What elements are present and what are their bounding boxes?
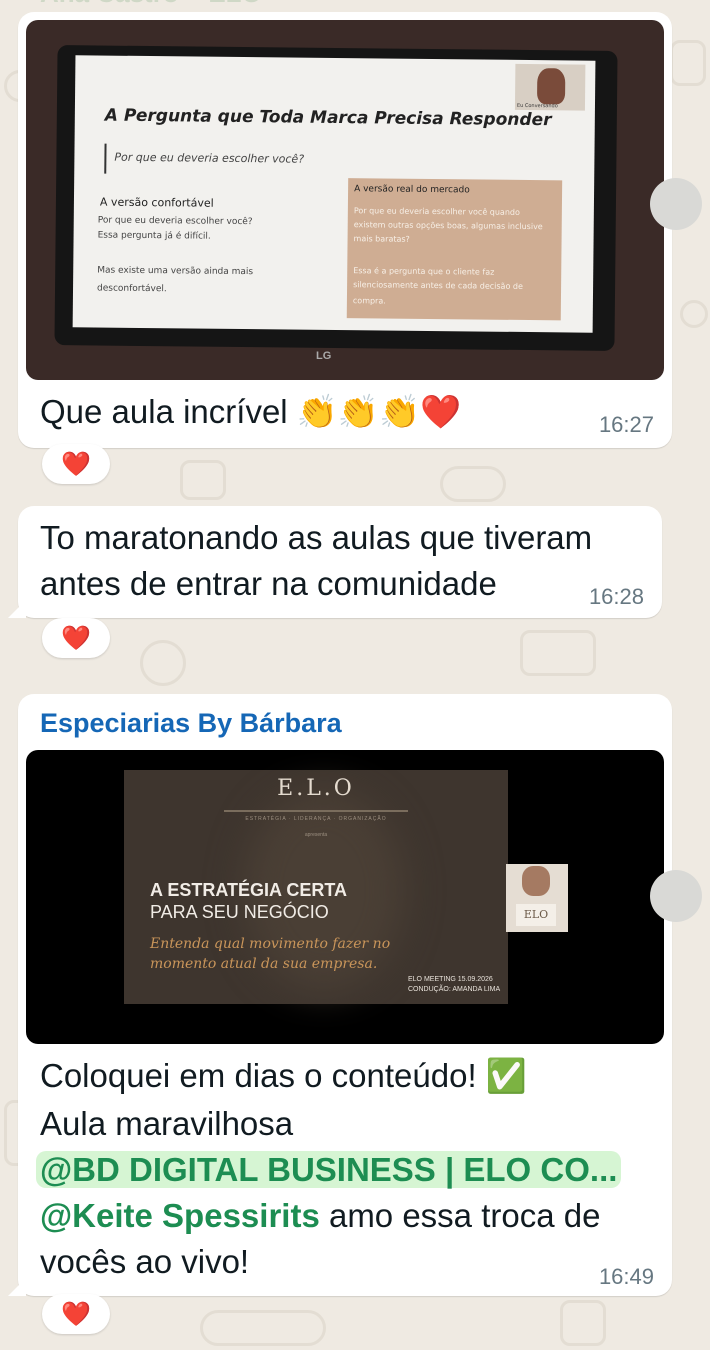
bubble-tail — [8, 1278, 26, 1296]
message-text-line: antes de entrar na comunidade — [40, 565, 497, 602]
message-text-line: @Keite Spessirits amo essa troca de — [40, 1194, 600, 1238]
market-text: mais baratas? — [353, 234, 410, 244]
forward-button[interactable] — [650, 178, 702, 230]
message-time: 16:28 — [588, 584, 644, 609]
bubble-tail — [8, 600, 26, 618]
webcam-label: Eu Conversando — [516, 102, 558, 110]
quote-line — [104, 143, 107, 174]
message-text-line: vocês ao vivo! — [40, 1243, 250, 1280]
wallpaper-doodle — [560, 1300, 606, 1346]
message-bubble[interactable]: Especiarias By Bárbara E.L.O ESTRATÉGIA … — [8, 694, 702, 1296]
presenter-face — [522, 866, 550, 896]
slide-subtitle: Por que eu deveria escolher você? — [114, 150, 305, 166]
elo-logo: E.L.O — [277, 776, 355, 801]
uncomfortable-text: desconfortável. — [96, 283, 167, 295]
partial-sender-name: Ana Castro ~ ELO — [40, 0, 262, 9]
presenter-face — [536, 68, 566, 105]
webcam-thumbnail: Eu Conversando — [514, 63, 586, 111]
slide-title: A Pergunta que Toda Marca Precisa Respon… — [104, 105, 552, 131]
message-text-line: Aula maravilhosa — [40, 1105, 294, 1142]
mention-link[interactable]: @Keite Spessirits — [40, 1197, 320, 1234]
slide-subtitle-line: Entenda qual movimento fazer no — [150, 936, 391, 952]
host-name: CONDUÇÃO: AMANDA LIMA — [408, 986, 501, 993]
wallpaper-doodle — [520, 630, 596, 676]
slide-title: A ESTRATÉGIA CERTA — [150, 880, 347, 900]
mention-link[interactable]: @BD DIGITAL BUSINESS | ELO CO... — [36, 1151, 622, 1188]
image-attachment[interactable]: E.L.O ESTRATÉGIA · LIDERANÇA · ORGANIZAÇ… — [26, 750, 664, 1044]
comfortable-text: Por que eu deveria escolher você? — [97, 215, 253, 228]
message-text: amo essa troca de — [319, 1197, 601, 1234]
presentation-slide: Eu Conversando A Pergunta que Toda Marca… — [72, 55, 596, 333]
slide-kicker: apresenta — [304, 832, 328, 838]
slide-subtitle: Entenda qual movimento fazer no momento … — [150, 934, 450, 974]
comfortable-heading: A versão confortável — [99, 195, 214, 210]
webcam-thumbnail: ELO — [506, 864, 568, 932]
message-bubble[interactable]: Eu Conversando A Pergunta que Toda Marca… — [18, 12, 702, 448]
image-attachment[interactable]: Eu Conversando A Pergunta que Toda Marca… — [26, 20, 664, 380]
slide-title: PARA SEU NEGÓCIO — [150, 902, 329, 922]
logo-divider — [224, 810, 408, 812]
sender-name[interactable]: Especiarias By Bárbara — [40, 708, 342, 739]
message-time: 16:49 — [598, 1264, 654, 1289]
message-text-line: Coloquei em dias o conteúdo! ✅ — [40, 1057, 527, 1094]
wallpaper-doodle — [180, 460, 226, 500]
brand-logo: LG — [316, 350, 332, 362]
reaction-heart[interactable]: ❤️ — [42, 618, 110, 658]
reaction-heart[interactable]: ❤️ — [42, 1294, 110, 1334]
slide-subtitle-line: momento atual da sua empresa. — [150, 956, 378, 972]
market-heading: A versão real do mercado — [354, 184, 470, 196]
elo-logo-small: ELO — [516, 904, 556, 926]
slide-tagline: ESTRATÉGIA · LIDERANÇA · ORGANIZAÇÃO — [245, 816, 387, 822]
message-text-line: To maratonando as aulas que tiveram — [40, 519, 593, 556]
wallpaper-doodle — [680, 300, 708, 328]
forward-button[interactable] — [650, 870, 702, 922]
comfortable-text: Essa pergunta já é difícil. — [97, 230, 211, 242]
wallpaper-doodle — [440, 466, 506, 502]
uncomfortable-text: Mas existe uma versão ainda mais — [97, 265, 254, 278]
reaction-heart[interactable]: ❤️ — [42, 444, 110, 484]
meeting-date: ELO MEETING 15.09.2026 — [408, 976, 493, 983]
market-version-box: A versão real do mercado Por que eu deve… — [346, 178, 563, 321]
presentation-slide: E.L.O ESTRATÉGIA · LIDERANÇA · ORGANIZAÇ… — [124, 770, 508, 1004]
message-text: Que aula incrível 👏👏👏❤️ — [40, 393, 462, 430]
message-time: 16:27 — [598, 412, 654, 437]
slide-meta: ELO MEETING 15.09.2026 CONDUÇÃO: AMANDA … — [408, 975, 500, 995]
wallpaper-doodle — [140, 640, 186, 686]
market-text: compra. — [352, 296, 386, 306]
message-bubble[interactable]: To maratonando as aulas que tiveram ante… — [8, 506, 662, 618]
laptop-screen: Eu Conversando A Pergunta que Toda Marca… — [54, 45, 618, 351]
market-text: silenciosamente antes de cada decisão de — [353, 280, 523, 291]
wallpaper-doodle — [670, 40, 706, 86]
wallpaper-doodle — [200, 1310, 326, 1346]
mention-line: @BD DIGITAL BUSINESS | ELO CO... — [36, 1148, 622, 1192]
